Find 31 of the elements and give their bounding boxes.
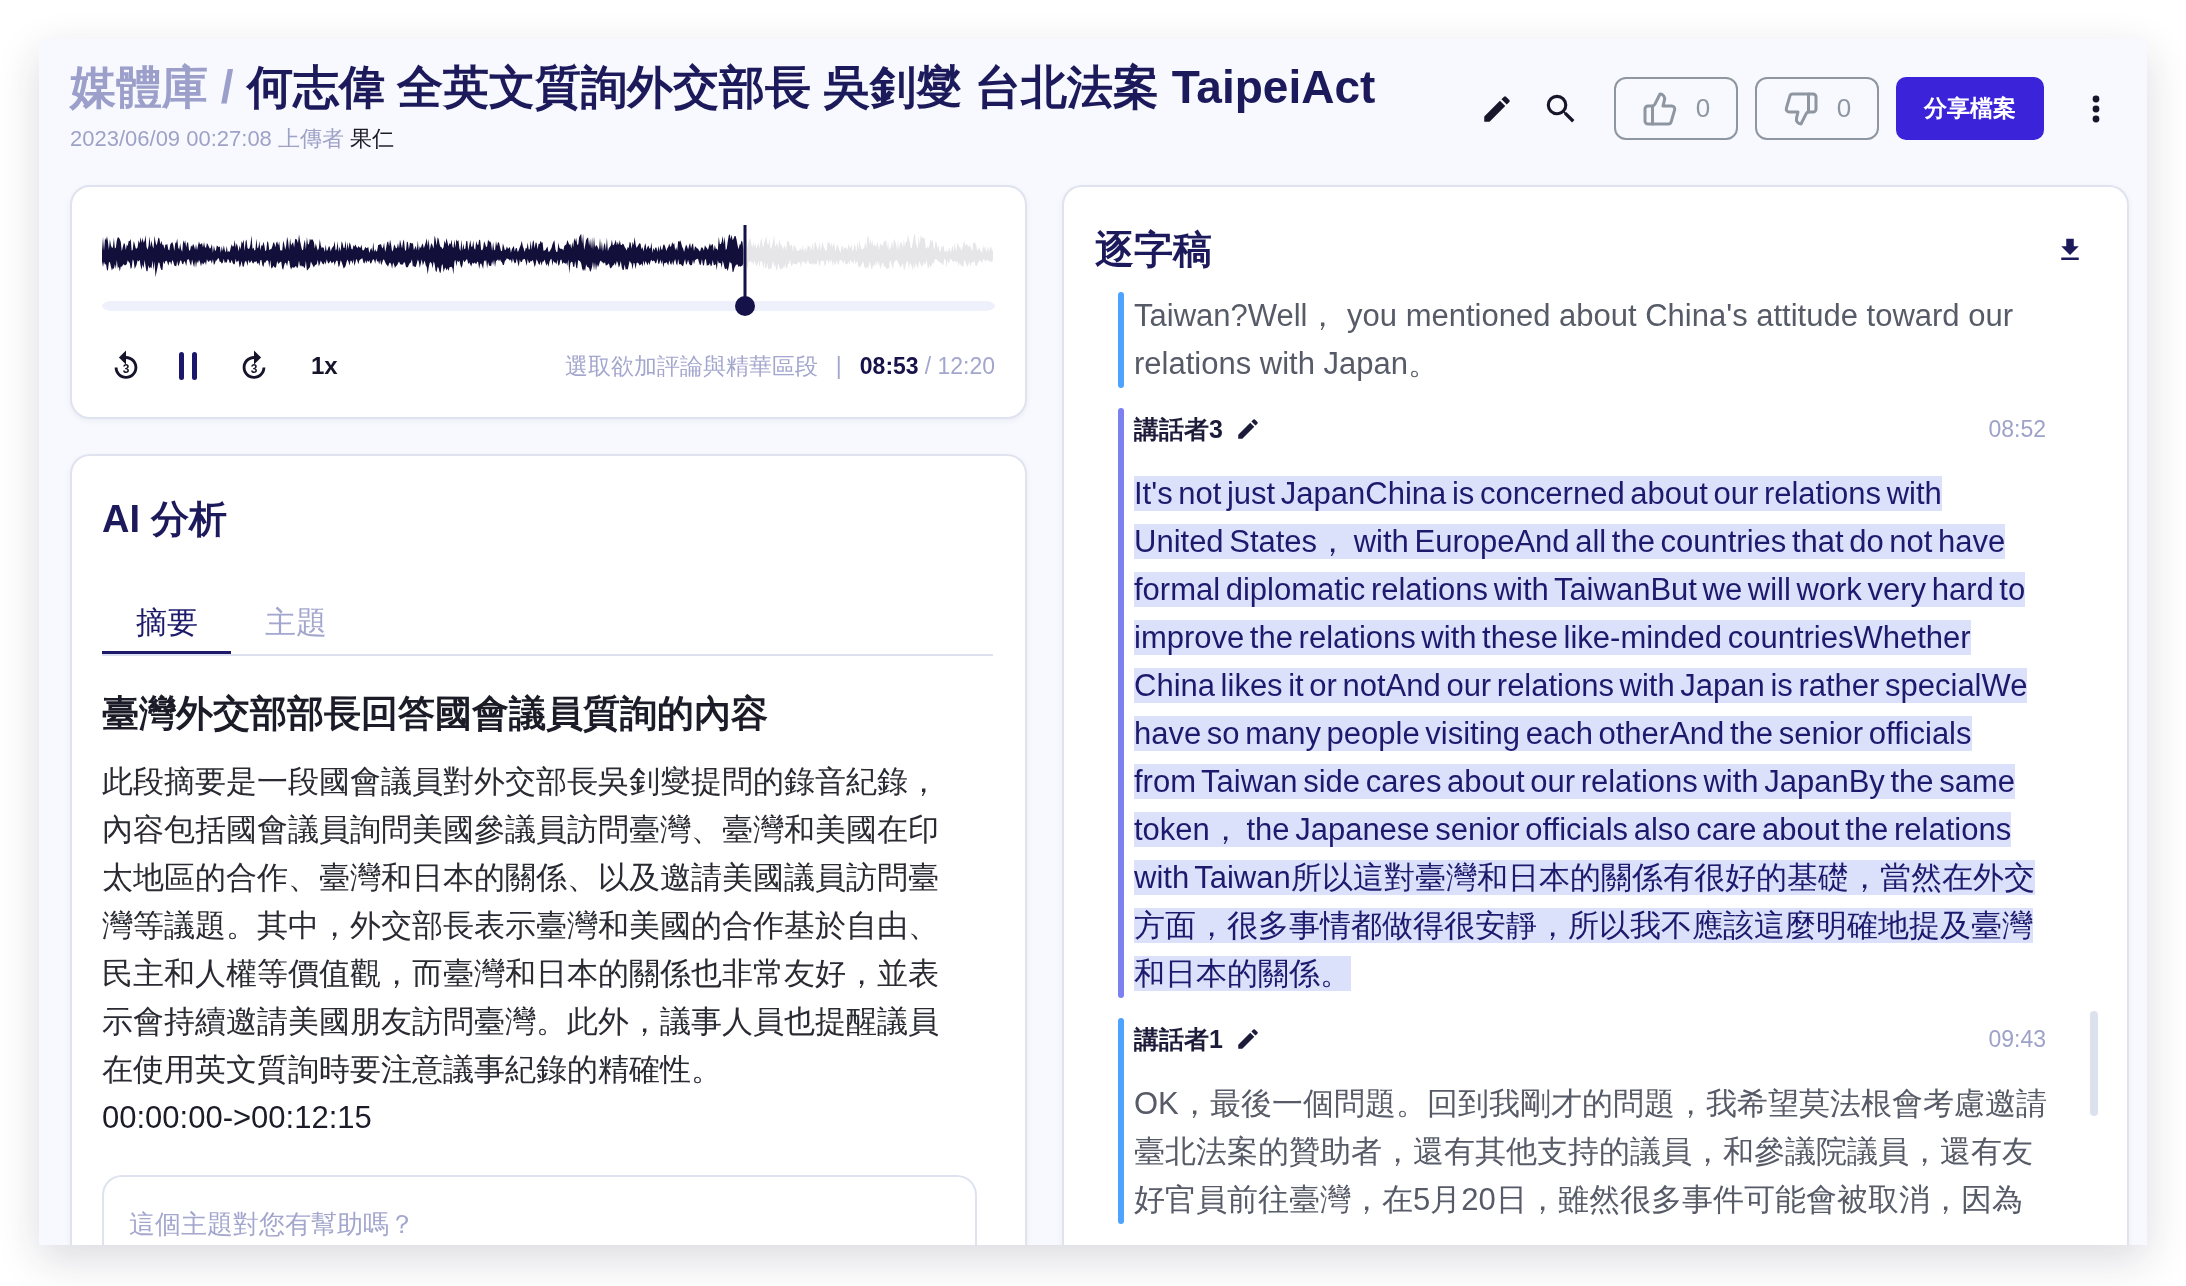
- speed-button[interactable]: 1x: [311, 351, 338, 381]
- upload-info: 2023/06/09 00:27:08 上傳者: [70, 125, 344, 153]
- share-button[interactable]: 分享檔案: [1896, 77, 2044, 140]
- time-range: 00:00:00->00:12:15: [102, 1099, 372, 1137]
- scrollbar-thumb[interactable]: [2090, 1011, 2098, 1116]
- summary-text: 此段摘要是一段國會議員對外交部長吳釗燮提問的錄音紀錄，內容包括國會議員詢問美國參議員訪問臺灣、臺灣和美國在印太地區的合作、臺灣和日本的關係、以及邀請美國議員訪問臺灣等議題。其中，外交部長表示臺灣和美國的合作基於自由、民主和人權等價值觀，而臺灣和日本的關係也非常友好，並表示會持續邀請美國朋友訪問臺灣。此外，議事人員也提醒議員在使用英文質詢時要注意議事紀錄的精確性。: [102, 763, 940, 1089]
- transcript-title: 逐字稿: [1095, 227, 1212, 273]
- speaker-name: 講話者1: [1134, 1024, 1223, 1055]
- pause-icon: [178, 352, 198, 380]
- transcript-text[interactable]: OK，最後一個問題。回到我剛才的問題，我希望莫法根會考慮邀請臺北法案的贊助者，還有其他支持的議員，和參議院議員，還有友好官員前往臺灣，在5月20日，雖然很多事件可能會被取消，因為: [1134, 1080, 2049, 1224]
- segment-time: 09:43: [1988, 1025, 2046, 1054]
- page-title: 何志偉 全英文質詢外交部長 吳釗燮 台北法案 TaipeiAct: [246, 60, 1376, 115]
- segment-time: 08:52: [1988, 415, 2046, 444]
- section-title: AI 分析: [102, 497, 227, 542]
- selection-hint: 選取欲加評論與精華區段: [564, 352, 818, 381]
- current-time: 08:53: [859, 352, 919, 381]
- more-icon: [2092, 94, 2100, 123]
- uploader-name: 果仁: [349, 125, 394, 153]
- transcript-text[interactable]: Taiwan?Well， you mentioned about China's attitude toward our relations with Japan。: [1134, 292, 2049, 388]
- forward-button[interactable]: 3: [237, 349, 271, 383]
- tab[interactable]: 摘要: [102, 595, 231, 654]
- total-time: / 12:20: [924, 352, 995, 381]
- speaker-name: 講話者3: [1134, 414, 1223, 445]
- thumbs-down-icon: [1782, 90, 1819, 127]
- feedback-prompt: 這個主題對您有幫助嗎？: [129, 1208, 415, 1241]
- rewind-button[interactable]: 3: [109, 349, 143, 383]
- thumbs-up-icon: [1641, 90, 1678, 127]
- separator: |: [835, 352, 842, 381]
- summary-heading: 臺灣外交部部長回答國會議員質詢的內容: [102, 692, 768, 736]
- pause-button[interactable]: [178, 352, 198, 380]
- progress-thumb[interactable]: [734, 296, 755, 316]
